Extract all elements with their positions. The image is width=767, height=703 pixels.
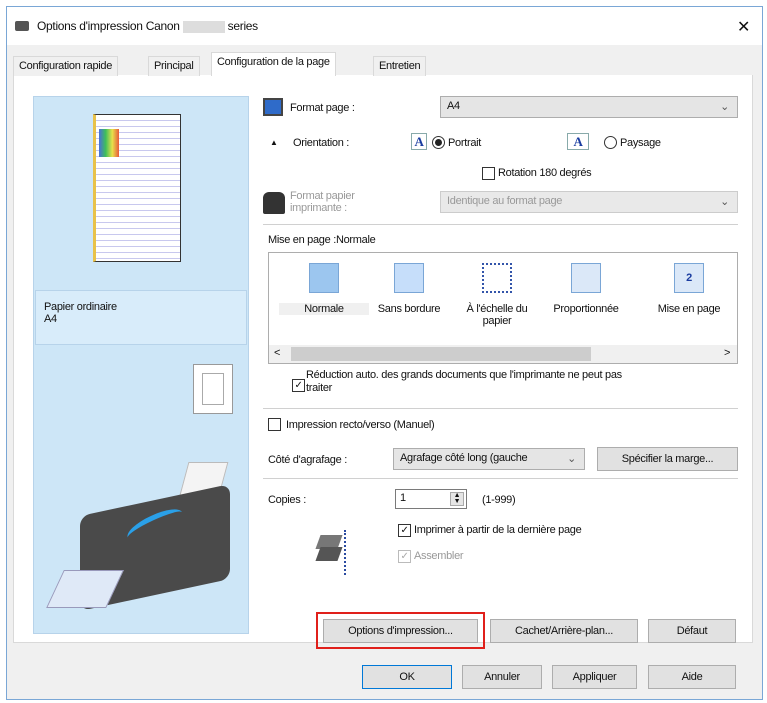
apply-button[interactable]: Appliquer	[552, 665, 637, 689]
layout-borderless-icon	[394, 263, 424, 293]
printer-paper-icon	[263, 192, 285, 214]
portrait-label: Portrait	[448, 137, 482, 149]
title-bar: Options d'impression Canon series ✕	[7, 7, 762, 45]
layout-page-icon: 2	[674, 263, 704, 293]
stapling-value: Agrafage côté long (gauche	[400, 452, 528, 464]
close-button[interactable]: ✕	[737, 17, 750, 37]
scroll-left-button[interactable]: <	[274, 347, 280, 359]
paper-type-text: Papier ordinaire	[44, 301, 117, 313]
copies-label: Copies :	[268, 494, 306, 506]
portrait-radio[interactable]	[432, 136, 445, 149]
orientation-page-icon	[193, 364, 233, 414]
copies-value: 1	[400, 492, 406, 504]
copies-stack-icon	[315, 530, 350, 575]
orientation-label: Orientation :	[293, 137, 350, 149]
duplex-label: Impression recto/verso (Manuel)	[286, 419, 435, 431]
layout-scaled-icon	[571, 263, 601, 293]
print-options-button[interactable]: Options d'impression...	[323, 619, 478, 643]
default-button[interactable]: Défaut	[648, 619, 736, 643]
format-page-label: Format page :	[290, 102, 355, 114]
scroll-right-button[interactable]: >	[724, 347, 730, 359]
bullet-icon: ▲	[270, 138, 278, 147]
scroll-thumb[interactable]	[291, 347, 591, 361]
layout-fit-icon	[482, 263, 512, 293]
landscape-radio[interactable]	[604, 136, 617, 149]
layout-item-echelle[interactable]: À l'échelle du papier	[452, 263, 542, 327]
ok-button[interactable]: OK	[362, 665, 452, 689]
layout-normal-icon	[309, 263, 339, 293]
landscape-label: Paysage	[620, 137, 661, 149]
printer-paper-select[interactable]: Identique au format page ⌄	[440, 191, 738, 213]
layout-item-mise-en-page[interactable]: 2 Mise en page	[644, 263, 734, 315]
help-button[interactable]: Aide	[648, 665, 736, 689]
layout-item-proportionnee[interactable]: Proportionnée	[541, 263, 631, 315]
layout-item-label: Proportionnée	[553, 303, 619, 315]
landscape-icon: A	[567, 133, 589, 150]
window-title: Options d'impression Canon series	[37, 19, 258, 33]
layout-item-label: À l'échelle du	[466, 303, 528, 315]
separator	[263, 408, 738, 410]
separator	[263, 224, 738, 226]
copies-range: (1-999)	[482, 494, 516, 506]
copies-input[interactable]: 1 ▲ ▼	[395, 489, 467, 509]
duplex-checkbox[interactable]	[268, 418, 281, 431]
stapling-select[interactable]: Agrafage côté long (gauche ⌄	[393, 448, 585, 470]
auto-reduce-label: Réduction auto. des grands documents que…	[306, 369, 622, 395]
tab-principal[interactable]: Principal	[148, 56, 200, 76]
tab-configuration-page[interactable]: Configuration de la page	[211, 52, 336, 76]
copies-spinner[interactable]: ▲ ▼	[450, 492, 464, 506]
auto-reduce-label-1: Réduction auto. des grands documents que…	[306, 369, 622, 381]
tab-entretien[interactable]: Entretien	[373, 56, 427, 76]
last-page-checkbox[interactable]: ✓	[398, 524, 411, 537]
title-suffix: series	[227, 19, 259, 33]
layout-scrollbar[interactable]: < >	[269, 345, 737, 363]
printer-icon	[15, 21, 29, 31]
printer-paper-label: Format papier imprimante :	[290, 190, 355, 214]
collate-checkbox[interactable]: ✓	[398, 550, 411, 563]
layout-item-label: Mise en page	[657, 303, 721, 315]
collate-label: Assembler	[414, 550, 464, 562]
printer-paper-value: Identique au format page	[447, 195, 563, 207]
printer-illustration	[46, 460, 245, 620]
specify-margin-button[interactable]: Spécifier la marge...	[597, 447, 738, 471]
title-prefix: Options d'impression Canon	[37, 19, 180, 33]
last-page-label: Imprimer à partir de la dernière page	[414, 524, 582, 536]
layout-label: Mise en page :Normale	[268, 234, 376, 246]
layout-list: Normale Sans bordure À l'échelle du papie…	[268, 252, 738, 364]
rotation-checkbox[interactable]	[482, 167, 495, 180]
redacted-model	[182, 20, 225, 33]
auto-reduce-checkbox[interactable]: ✓	[292, 379, 305, 392]
color-image-thumb	[99, 129, 119, 157]
format-page-icon	[263, 98, 283, 116]
paper-info-box: Papier ordinaire A4	[35, 290, 247, 345]
cancel-button[interactable]: Annuler	[462, 665, 542, 689]
separator	[263, 478, 738, 480]
printer-paper-label-1: Format papier	[290, 190, 355, 202]
chevron-down-icon: ⌄	[720, 196, 729, 208]
layout-item-label: Sans bordure	[377, 303, 441, 315]
chevron-down-icon: ⌄	[720, 101, 729, 113]
page-preview	[93, 114, 181, 262]
layout-item-label: Normale	[279, 303, 369, 315]
tab-configuration-rapide[interactable]: Configuration rapide	[13, 56, 119, 76]
paper-size-text: A4	[44, 313, 57, 325]
layout-item-normale[interactable]: Normale	[279, 263, 369, 315]
layout-item-label-2: papier	[482, 315, 512, 327]
stapling-label: Côté d'agrafage :	[268, 454, 347, 466]
format-page-select[interactable]: A4 ⌄	[440, 96, 738, 118]
format-page-value: A4	[447, 100, 460, 112]
printer-paper-label-2: imprimante :	[290, 202, 347, 214]
layout-item-sans-bordure[interactable]: Sans bordure	[364, 263, 454, 315]
stamp-background-button[interactable]: Cachet/Arrière-plan...	[490, 619, 638, 643]
portrait-icon: A	[411, 133, 427, 150]
auto-reduce-label-2: traiter	[306, 382, 333, 394]
rotation-label: Rotation 180 degrés	[498, 167, 592, 179]
chevron-down-icon: ⌄	[567, 453, 576, 465]
